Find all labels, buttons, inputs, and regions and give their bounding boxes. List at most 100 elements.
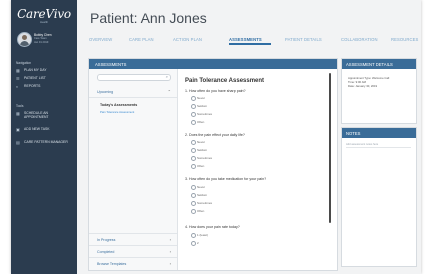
divider bbox=[89, 97, 177, 98]
nav-item-label: Plan my day bbox=[24, 68, 47, 72]
notes-input[interactable]: Add assessment notes here bbox=[346, 143, 378, 146]
accordion-in-progress[interactable]: In Progress › bbox=[89, 235, 177, 244]
assessment-details-panel: Assessment Details Appointment Type: Wel… bbox=[341, 58, 417, 124]
option-label: Never bbox=[197, 96, 206, 100]
tool-care-pattern-manager[interactable]: ▤ Care Pattern Manager bbox=[16, 140, 74, 151]
option-label: Never bbox=[197, 140, 206, 144]
scrollbar[interactable] bbox=[329, 73, 331, 223]
accordion-label: Browse Templates bbox=[97, 262, 127, 266]
search-icon: ⌕ bbox=[165, 74, 168, 79]
user-profile[interactable]: Bobby Chen Care Team Jan 01 2019 bbox=[17, 32, 73, 47]
notes-header-label: Notes bbox=[346, 131, 361, 136]
question-text: 3. How often do you take medication for … bbox=[185, 177, 267, 181]
radio-button[interactable] bbox=[191, 120, 196, 125]
assessment-title: Pain Tolerance Assessment bbox=[185, 78, 265, 84]
chevron-up-icon: ⌃ bbox=[167, 89, 171, 94]
radio-button[interactable] bbox=[191, 201, 196, 206]
tab-collaboration[interactable]: Collaboration bbox=[341, 37, 378, 42]
user-date: Jan 01 2019 bbox=[34, 40, 49, 44]
divider bbox=[89, 257, 177, 258]
notes-panel: Notes Add assessment notes here bbox=[341, 127, 417, 267]
todays-assessment-link[interactable]: Pain Tolerance Assessment bbox=[100, 110, 134, 114]
radio-button[interactable] bbox=[191, 96, 196, 101]
calendar-icon: ▦ bbox=[16, 111, 20, 116]
question-text: 1. How often do you have sharp pain? bbox=[185, 89, 246, 93]
nav-item-plan-my-day[interactable]: ▦ Plan my day bbox=[16, 68, 74, 76]
assessment-form: Pain Tolerance Assessment 1. How often d… bbox=[185, 69, 325, 270]
navigation-label: Navigation bbox=[16, 61, 32, 65]
logo: CareVivo bbox=[17, 7, 71, 21]
question-text: 4. How does your pain rate today? bbox=[185, 225, 240, 229]
calendar-icon: ▦ bbox=[16, 68, 20, 73]
nav-item-label: Reports bbox=[24, 84, 41, 88]
question-text: 2. Does the pain effect your daily life? bbox=[185, 133, 245, 137]
assessments-header: Assessments bbox=[89, 59, 337, 69]
radio-button[interactable] bbox=[191, 209, 196, 214]
search-input[interactable]: ⌕ bbox=[97, 74, 171, 81]
tools-label: Tools bbox=[16, 104, 24, 108]
radio-button[interactable] bbox=[191, 112, 196, 117]
accordion-completed[interactable]: Completed › bbox=[89, 247, 177, 256]
accordion-browse-templates[interactable]: Browse Templates › bbox=[89, 259, 177, 268]
option-label: Never bbox=[197, 185, 206, 189]
accordion-label: Completed bbox=[97, 250, 115, 254]
active-tab-indicator bbox=[229, 43, 271, 45]
sidebar: CareVivo Health Bobby Chen Care Team Jan… bbox=[11, 0, 77, 274]
radio-button[interactable] bbox=[191, 156, 196, 161]
reports-icon: ◐ bbox=[16, 84, 19, 89]
radio-button[interactable] bbox=[191, 140, 196, 145]
option-label: Often bbox=[197, 209, 205, 213]
option-label: Seldom bbox=[197, 104, 208, 108]
page-title: Patient: Ann Jones bbox=[90, 10, 207, 26]
assessments-panel: Assessments ⌕ Upcoming ⌃ Today's Assessm… bbox=[88, 58, 338, 271]
tab-action-plan[interactable]: Action Plan bbox=[173, 37, 202, 42]
assessment-list: ⌕ Upcoming ⌃ Today's Assessments Pain To… bbox=[89, 69, 178, 270]
app-window: CareVivo Health Bobby Chen Care Team Jan… bbox=[11, 0, 421, 274]
tab-resources[interactable]: Resources bbox=[391, 37, 418, 42]
radio-button[interactable] bbox=[191, 241, 196, 246]
option-label: Seldom bbox=[197, 148, 208, 152]
tab-overview[interactable]: Overview bbox=[89, 37, 112, 42]
detail-line: Date: January 30, 2019 bbox=[348, 84, 378, 88]
todays-assessments-heading: Today's Assessments bbox=[100, 103, 138, 107]
accordion-label: In Progress bbox=[97, 238, 116, 242]
chevron-right-icon: › bbox=[169, 237, 171, 242]
nav-item-patient-list[interactable]: ☰ Patient List bbox=[16, 76, 74, 84]
tab-patient-details[interactable]: Patient Details bbox=[285, 37, 322, 42]
tab-assessments[interactable]: Assessments bbox=[229, 37, 262, 42]
tab-bar: Overview Care Plan Action Plan Assessmen… bbox=[89, 37, 419, 47]
tool-label: Care Pattern Manager bbox=[24, 140, 68, 144]
option-label: Seldom bbox=[197, 193, 208, 197]
radio-button[interactable] bbox=[191, 164, 196, 169]
assessments-header-label: Assessments bbox=[95, 62, 127, 67]
radio-button[interactable] bbox=[191, 148, 196, 153]
option-label: 2 bbox=[197, 241, 199, 245]
tool-schedule-appointment[interactable]: ▦ Schedule an appointment bbox=[16, 111, 74, 122]
tool-label: Schedule an appointment bbox=[24, 111, 49, 119]
logo-tagline: Health bbox=[39, 20, 49, 24]
tab-care-plan[interactable]: Care Plan bbox=[129, 37, 154, 42]
option-label: Often bbox=[197, 164, 205, 168]
accordion-label: Upcoming bbox=[97, 90, 114, 94]
option-label: Sometimes bbox=[197, 156, 213, 160]
radio-button[interactable] bbox=[191, 104, 196, 109]
option-label: Often bbox=[197, 120, 205, 124]
radio-button[interactable] bbox=[191, 233, 196, 238]
option-label: 1 (least) bbox=[197, 233, 208, 237]
nav-item-label: Patient List bbox=[24, 76, 46, 80]
chevron-right-icon: › bbox=[169, 261, 171, 266]
tool-add-new-task[interactable]: ▣ Add New Task bbox=[16, 127, 74, 135]
accordion-upcoming[interactable]: Upcoming ⌃ bbox=[89, 87, 177, 96]
chevron-right-icon: › bbox=[169, 249, 171, 254]
option-label: Sometimes bbox=[197, 112, 213, 116]
assessment-details-header-label: Assessment Details bbox=[346, 62, 393, 67]
radio-button[interactable] bbox=[191, 185, 196, 190]
nav-item-reports[interactable]: ◐ Reports bbox=[16, 84, 74, 92]
divider bbox=[89, 233, 177, 234]
manager-icon: ▤ bbox=[16, 140, 20, 145]
divider bbox=[89, 245, 177, 246]
tool-label: Add New Task bbox=[24, 127, 50, 131]
avatar bbox=[17, 32, 32, 47]
option-label: Sometimes bbox=[197, 201, 213, 205]
radio-button[interactable] bbox=[191, 193, 196, 198]
